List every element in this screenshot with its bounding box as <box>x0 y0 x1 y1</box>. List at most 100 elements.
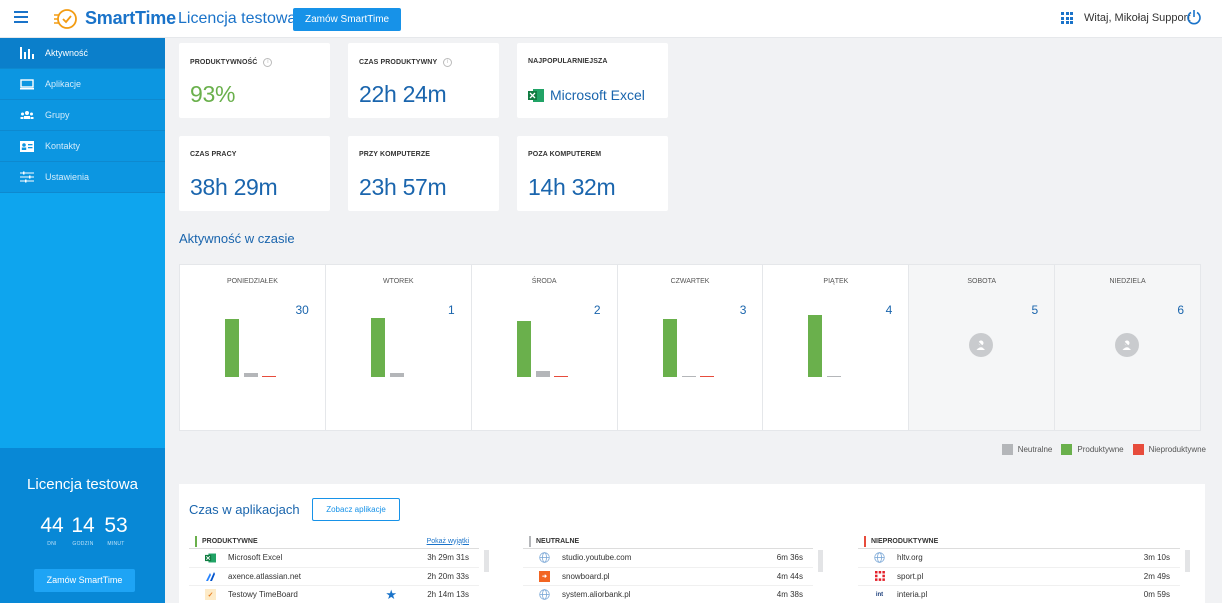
neutral-marker <box>529 535 531 547</box>
day-date: 3 <box>739 303 747 317</box>
day-bars <box>225 297 285 377</box>
legend-unproductive: Nieproduktywne <box>1148 445 1206 454</box>
productive-time-card-label: CZAS PRODUKTYWNY i <box>359 58 453 67</box>
day-column[interactable]: WTOREK 1 <box>326 265 472 430</box>
sidebar: Aktywność Aplikacje Grupy Kontakty Ustaw… <box>0 38 165 603</box>
welcome-user[interactable]: Witaj, Mikołaj Support <box>1084 12 1190 24</box>
sidebar-item-grupy[interactable]: Grupy <box>0 100 165 131</box>
away-label: POZA KOMPUTEREM <box>528 151 602 158</box>
list-item[interactable]: sport.pl 2m 49s <box>858 568 1180 586</box>
star-icon[interactable]: ★ <box>385 587 397 603</box>
day-date: 5 <box>1031 303 1039 317</box>
neutral-apps-column: NEUTRALNE studio.youtube.com 6m 36s ➜ sn… <box>523 534 823 603</box>
day-column[interactable]: SOBOTA 5 <box>909 265 1056 430</box>
sidebar-item-ustawienia[interactable]: Ustawienia <box>0 162 165 193</box>
chart-legend: Neutralne Produktywne Nieproduktywne <box>993 444 1206 455</box>
unproductive-apps-column: NIEPRODUKTYWNE hltv.org 3m 10s sport.pl … <box>858 534 1190 603</box>
license-panel-title: Licencja testowa <box>27 476 138 493</box>
app-time: 2h 14m 13s <box>427 590 469 600</box>
unproductive-bar[interactable] <box>262 376 276 377</box>
neutral-header: NEUTRALNE <box>523 534 813 549</box>
show-exceptions-link[interactable]: Pokaż wyjątki <box>427 538 469 545</box>
snowboard-icon: ➜ <box>539 570 550 582</box>
info-icon[interactable]: i <box>263 58 273 67</box>
app-time: 2h 20m 33s <box>427 571 469 581</box>
productive-scrollbar[interactable] <box>484 550 489 572</box>
app-name: axence.atlassian.net <box>228 571 301 581</box>
productive-bar[interactable] <box>662 319 677 377</box>
info-icon[interactable]: i <box>443 58 453 67</box>
activity-week-grid: PONIEDZIAŁEK 30 WTOREK 1 ŚRODA 2 CZWARTEK 3 PIĄT… <box>179 264 1201 431</box>
day-column[interactable]: PONIEDZIAŁEK 30 <box>180 265 326 430</box>
productivity-value: 93% <box>190 81 236 107</box>
unproductive-bar[interactable] <box>699 376 714 377</box>
day-name: PIĄTEK <box>823 278 849 285</box>
power-icon[interactable] <box>1186 9 1202 25</box>
productive-bar[interactable] <box>225 319 239 377</box>
excel-icon <box>528 88 544 102</box>
list-item[interactable]: system.aliorbank.pl 4m 38s <box>523 586 813 603</box>
productive-bar[interactable] <box>808 315 823 377</box>
app-name: Microsoft Excel <box>228 553 283 563</box>
app-name: hltv.org <box>897 553 923 563</box>
app-time: 4m 44s <box>776 571 803 581</box>
work-time-label: CZAS PRACY <box>190 151 237 158</box>
app-logo-text: SmartTime <box>85 8 176 28</box>
no-activity-icon <box>1115 333 1140 357</box>
at-computer-card: PRZY KOMPUTERZE 23h 57m <box>348 136 499 211</box>
unproductive-bar[interactable] <box>553 376 568 377</box>
apps-grid-icon[interactable] <box>1061 12 1073 24</box>
neutral-bar[interactable] <box>244 373 258 377</box>
unproductive-scrollbar[interactable] <box>1185 550 1190 572</box>
atlassian-icon <box>205 571 216 582</box>
neutral-bar[interactable] <box>827 376 842 377</box>
neutral-bar[interactable] <box>389 373 404 377</box>
most-popular-card: NAJPOPULARNIEJSZA Microsoft Excel <box>517 43 668 118</box>
day-name: CZWARTEK <box>670 278 710 285</box>
day-column[interactable]: NIEDZIELA 6 <box>1055 265 1201 430</box>
day-date: 2 <box>593 303 601 317</box>
globe-icon <box>539 589 550 600</box>
apps-time-panel: Czas w aplikacjach Zobacz aplikacje PROD… <box>179 484 1205 603</box>
productivity-card: PRODUKTYWNOŚĆ i 93% <box>179 43 330 118</box>
app-time: 3h 29m 31s <box>427 553 469 563</box>
day-column[interactable]: ŚRODA 2 <box>472 265 618 430</box>
list-item[interactable]: ✓ Testowy TimeBoard ★ 2h 14m 13s <box>189 586 479 603</box>
top-bar: SmartTime Licencja testowa Zamów SmartTi… <box>0 0 1222 38</box>
sidebar-nav: Aktywność Aplikacje Grupy Kontakty Ustaw… <box>0 38 165 193</box>
productive-bar[interactable] <box>516 321 531 377</box>
day-column[interactable]: PIĄTEK 4 <box>763 265 910 430</box>
group-icon <box>19 108 35 122</box>
list-item[interactable]: studio.youtube.com 6m 36s <box>523 549 813 568</box>
productive-swatch <box>1061 444 1073 455</box>
list-item[interactable]: axence.atlassian.net 2h 20m 33s <box>189 568 479 586</box>
day-bars <box>808 297 868 377</box>
neutral-swatch <box>1001 444 1013 455</box>
list-item[interactable]: int interia.pl 0m 59s <box>858 586 1180 603</box>
day-date: 6 <box>1177 303 1185 317</box>
sidebar-item-aktywnosc[interactable]: Aktywność <box>0 38 165 69</box>
list-item[interactable]: ➜ snowboard.pl 4m 44s <box>523 568 813 586</box>
neutral-bar[interactable] <box>535 371 550 377</box>
day-name: SOBOTA <box>967 278 997 285</box>
sidebar-item-aplikacje[interactable]: Aplikacje <box>0 69 165 100</box>
day-name: WTOREK <box>382 278 414 285</box>
work-time-card: CZAS PRACY 38h 29m <box>179 136 330 211</box>
see-apps-button[interactable]: Zobacz aplikacje <box>312 498 400 521</box>
list-item[interactable]: Microsoft Excel 3h 29m 31s <box>189 549 479 568</box>
sidebar-item-label: Aktywność <box>45 48 89 58</box>
interia-icon: int <box>875 591 884 598</box>
hamburger-menu-icon[interactable] <box>14 11 28 25</box>
sidebar-item-kontakty[interactable]: Kontakty <box>0 131 165 162</box>
neutral-bar[interactable] <box>681 376 696 377</box>
neutral-scrollbar[interactable] <box>818 550 823 572</box>
app-name: Testowy TimeBoard <box>228 590 298 600</box>
list-item[interactable]: hltv.org 3m 10s <box>858 549 1180 568</box>
productive-time-card: CZAS PRODUKTYWNY i 22h 24m <box>348 43 499 118</box>
sidebar-order-button[interactable]: Zamów SmartTime <box>34 569 135 592</box>
sport-icon <box>874 571 885 582</box>
order-smarttime-button[interactable]: Zamów SmartTime <box>293 8 402 31</box>
day-name: PONIEDZIAŁEK <box>226 278 278 285</box>
productive-bar[interactable] <box>370 317 385 377</box>
day-column[interactable]: CZWARTEK 3 <box>618 265 764 430</box>
